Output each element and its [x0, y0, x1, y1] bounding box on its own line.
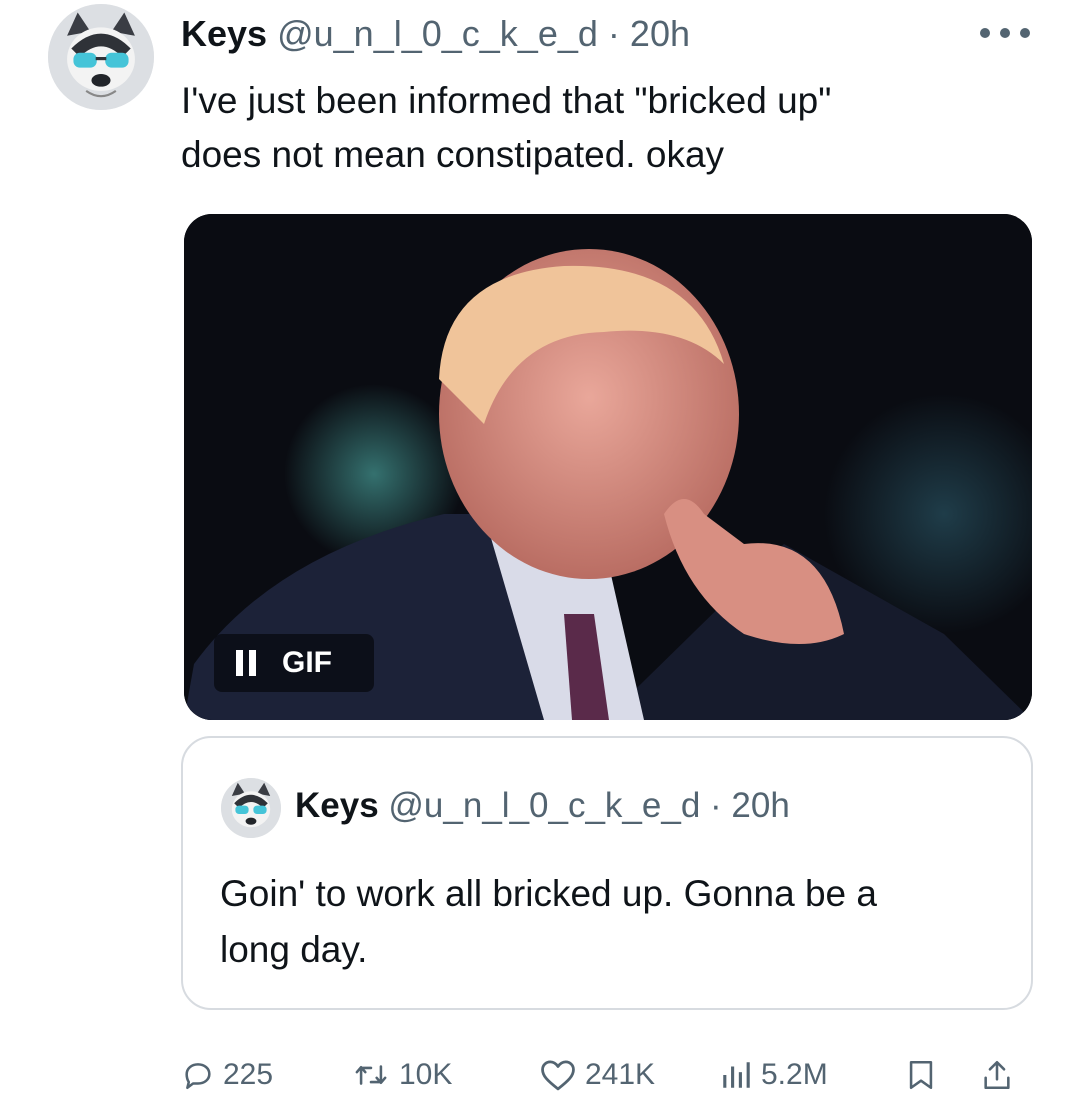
- repost-icon: [355, 1065, 387, 1085]
- like-button[interactable]: 241K: [539, 1050, 655, 1093]
- gif-label: GIF: [282, 646, 332, 679]
- views-button[interactable]: 5.2M: [719, 1050, 828, 1093]
- pause-icon[interactable]: [236, 650, 256, 676]
- husky-avatar-image: [48, 4, 154, 110]
- heart-icon: [541, 1060, 575, 1091]
- quoted-tweet-header: Keys @u_n_l_0_c_k_e_d · 20h: [295, 786, 790, 826]
- more-options-button[interactable]: [980, 18, 1030, 48]
- tweet-text-line: does not mean constipated. okay: [181, 134, 725, 175]
- quoted-tweet-text: Goin' to work all bricked up. Gonna be a…: [220, 866, 1000, 978]
- separator-dot: ·: [710, 786, 722, 825]
- gif-media[interactable]: GIF: [184, 214, 1032, 720]
- bookmark-icon: [909, 1060, 933, 1090]
- bookmark-button[interactable]: [906, 1050, 936, 1093]
- separator-dot: ·: [607, 13, 620, 54]
- author-name[interactable]: Keys: [181, 13, 267, 54]
- quoted-author-handle: @u_n_l_0_c_k_e_d: [388, 786, 701, 825]
- tweet: Keys @u_n_l_0_c_k_e_d · 20h I've just be…: [0, 0, 1080, 1093]
- gif-badge[interactable]: GIF: [214, 634, 374, 692]
- repost-button[interactable]: 10K: [351, 1050, 452, 1093]
- quoted-avatar: [221, 778, 281, 838]
- quoted-timestamp: 20h: [731, 786, 790, 825]
- more-horizontal-icon: [980, 28, 990, 38]
- share-icon: [984, 1060, 1010, 1090]
- timestamp[interactable]: 20h: [630, 13, 690, 54]
- action-bar: 225 10K 241K 5.2M: [181, 1050, 1041, 1093]
- tweet-text-line: I've just been informed that "bricked up…: [181, 80, 832, 121]
- views-count: 5.2M: [761, 1058, 828, 1091]
- views-chart-icon: [723, 1062, 750, 1088]
- tweet-text: I've just been informed that "bricked up…: [181, 74, 1001, 182]
- reply-button[interactable]: 225: [181, 1050, 273, 1093]
- tweet-header: Keys @u_n_l_0_c_k_e_d · 20h: [181, 14, 690, 54]
- repost-count: 10K: [399, 1058, 453, 1091]
- reply-count: 225: [223, 1058, 274, 1091]
- author-handle[interactable]: @u_n_l_0_c_k_e_d: [277, 13, 598, 54]
- quoted-author-name: Keys: [295, 786, 379, 825]
- quoted-text-line: Goin' to work all bricked up. Gonna be a: [220, 873, 877, 914]
- quoted-tweet-card[interactable]: Keys @u_n_l_0_c_k_e_d · 20h Goin' to wor…: [181, 736, 1033, 1010]
- share-button[interactable]: [981, 1050, 1013, 1093]
- husky-avatar-image: [221, 778, 281, 838]
- avatar[interactable]: [48, 4, 154, 110]
- like-count: 241K: [585, 1058, 656, 1091]
- quoted-text-line: long day.: [220, 929, 368, 970]
- reply-icon: [185, 1063, 211, 1090]
